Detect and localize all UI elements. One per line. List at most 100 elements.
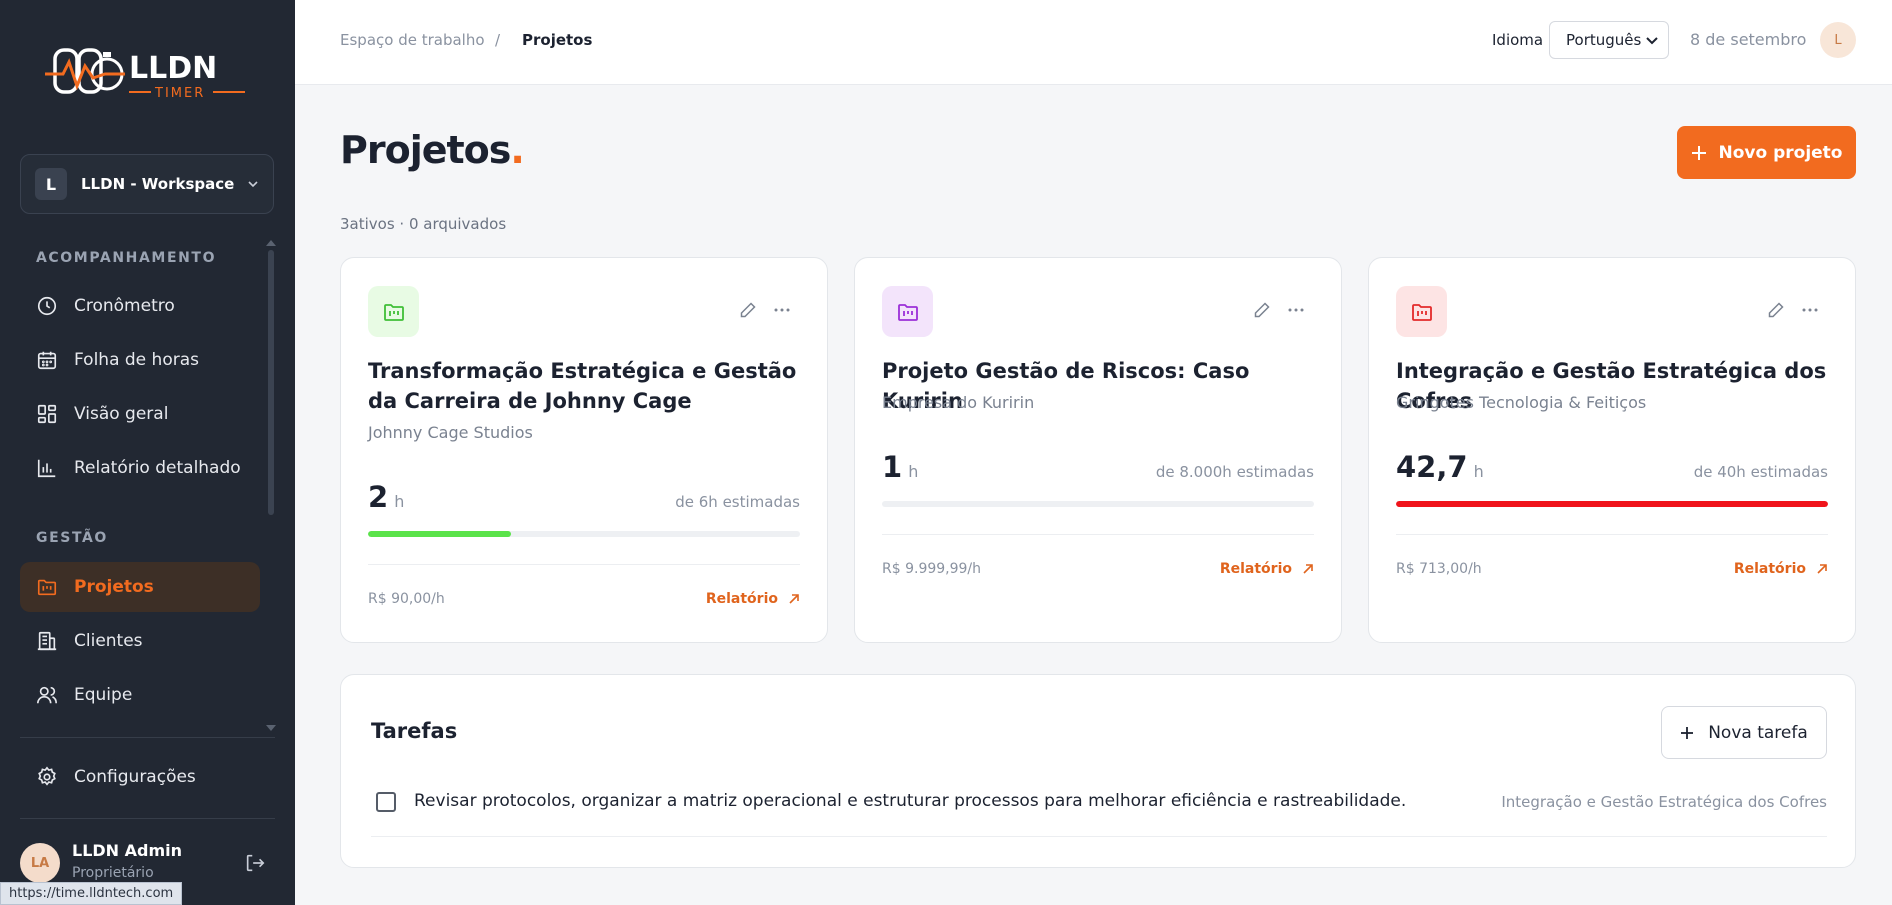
sidebar-divider: [20, 818, 275, 819]
bar-chart-icon: [37, 459, 56, 478]
grid-icon: [37, 404, 57, 424]
sidebar-item-detailed-report[interactable]: Relatório detalhado: [20, 443, 260, 493]
project-client: Johnny Cage Studios: [368, 423, 533, 442]
report-link[interactable]: Relatório: [706, 591, 800, 607]
plus-icon: [1691, 145, 1706, 160]
top-bar: Espaço de trabalho / Projetos Idioma Por…: [295, 0, 1892, 85]
lldn-timer-logo[interactable]: LLDN TIMER: [45, 42, 250, 104]
card-divider: [368, 564, 800, 565]
project-rate: R$ 90,00/h: [368, 591, 445, 607]
more-options-icon[interactable]: [1801, 306, 1819, 314]
title-dot: .: [510, 128, 524, 172]
sidebar-item-clients[interactable]: Clientes: [20, 616, 260, 666]
progress-fill: [368, 531, 511, 537]
project-hours: 2h: [368, 480, 405, 514]
project-folder-icon: [1396, 286, 1447, 337]
folder-icon: [37, 579, 57, 596]
tasks-panel: Tarefas Nova tarefa Revisar protocolos, …: [340, 674, 1856, 868]
more-options-icon[interactable]: [773, 306, 791, 314]
language-select-value: Português: [1566, 31, 1642, 49]
sidebar-item-label: Folha de horas: [74, 350, 199, 370]
card-divider: [882, 534, 1314, 535]
sidebar-item-timesheet[interactable]: Folha de horas: [20, 335, 260, 385]
chevron-down-icon: [248, 181, 258, 188]
breadcrumb-separator: /: [495, 31, 501, 49]
gear-icon: [38, 766, 56, 786]
report-link[interactable]: Relatório: [1220, 561, 1314, 577]
project-hours: 42,7 h: [1396, 450, 1484, 484]
progress-bar: [368, 531, 800, 537]
arrow-up-right-icon: [789, 594, 799, 604]
card-divider: [1396, 534, 1828, 535]
scroll-down-icon[interactable]: [266, 725, 276, 731]
task-row[interactable]: Revisar protocolos, organizar a matriz o…: [371, 783, 1827, 837]
workspace-name: LLDN - Workspace De: [81, 175, 239, 193]
task-text: Revisar protocolos, organizar a matriz o…: [414, 791, 1407, 811]
breadcrumb-workspace[interactable]: Espaço de trabalho: [340, 31, 485, 49]
task-checkbox[interactable]: [376, 792, 396, 812]
top-avatar[interactable]: L: [1820, 22, 1856, 58]
svg-text:TIMER: TIMER: [154, 86, 205, 101]
clock-icon: [37, 296, 57, 316]
project-card[interactable]: Integração e Gestão Estratégica dos Cofr…: [1368, 257, 1856, 643]
new-project-label: Novo projeto: [1718, 142, 1843, 163]
language-label: Idioma: [1492, 31, 1544, 49]
sidebar-item-label: Equipe: [74, 685, 133, 705]
status-bar-url: https://time.lldntech.com: [0, 882, 183, 905]
sidebar-item-projects[interactable]: Projetos: [20, 562, 260, 612]
sidebar: LLDN TIMER L LLDN - Workspace De ACOMPAN…: [0, 0, 295, 905]
sidebar-item-team[interactable]: Equipe: [20, 670, 260, 720]
project-card[interactable]: Projeto Gestão de Riscos: Caso Kuririn E…: [854, 257, 1342, 643]
sidebar-item-label: Cronômetro: [74, 296, 175, 316]
project-client: Gringotes Tecnologia & Feitiços: [1396, 393, 1647, 412]
chevron-down-icon: [1646, 37, 1658, 45]
section-title-tracking: ACOMPANHAMENTO: [36, 250, 217, 266]
workspace-avatar: L: [35, 168, 67, 200]
users-icon: [37, 686, 57, 704]
workspace-switcher[interactable]: L LLDN - Workspace De: [20, 154, 274, 214]
sidebar-item-stopwatch[interactable]: Cronômetro: [20, 281, 260, 331]
sidebar-item-overview[interactable]: Visão geral: [20, 389, 260, 439]
new-task-label: Nova tarefa: [1708, 722, 1808, 743]
sidebar-divider: [20, 737, 275, 738]
edit-icon[interactable]: [739, 301, 757, 319]
logout-icon[interactable]: [244, 852, 266, 874]
arrow-up-right-icon: [1303, 564, 1313, 574]
user-avatar[interactable]: LA: [20, 843, 60, 883]
sidebar-item-label: Visão geral: [74, 404, 169, 424]
project-client: Empresa do Kuririn: [882, 393, 1035, 412]
building-icon: [37, 631, 57, 651]
progress-bar: [1396, 501, 1828, 507]
project-rate: R$ 9.999,99/h: [882, 561, 982, 577]
calendar-icon: [37, 351, 57, 370]
language-select[interactable]: Português: [1549, 21, 1669, 59]
project-card[interactable]: Transformação Estratégica e Gestão da Ca…: [340, 257, 828, 643]
current-date: 8 de setembro: [1690, 30, 1807, 49]
report-link[interactable]: Relatório: [1734, 561, 1828, 577]
progress-bar: [882, 501, 1314, 507]
svg-text:LLDN: LLDN: [129, 51, 217, 86]
project-estimate: de 6h estimadas: [675, 493, 800, 511]
new-task-button[interactable]: Nova tarefa: [1661, 706, 1827, 759]
page-title: Projetos.: [340, 128, 525, 172]
project-folder-icon: [368, 286, 419, 337]
project-title[interactable]: Transformação Estratégica e Gestão da Ca…: [368, 356, 808, 416]
user-name: LLDN Admin: [72, 841, 183, 860]
sidebar-scrollbar-thumb[interactable]: [268, 250, 274, 515]
scroll-up-icon[interactable]: [266, 240, 276, 246]
task-project: Integração e Gestão Estratégica dos Cofr…: [1501, 793, 1827, 811]
more-options-icon[interactable]: [1287, 306, 1305, 314]
project-rate: R$ 713,00/h: [1396, 561, 1482, 577]
sidebar-item-label: Configurações: [74, 767, 196, 787]
edit-icon[interactable]: [1253, 301, 1271, 319]
project-estimate: de 8.000h estimadas: [1155, 463, 1314, 481]
breadcrumb-current: Projetos: [522, 31, 593, 49]
edit-icon[interactable]: [1767, 301, 1785, 319]
new-project-button[interactable]: Novo projeto: [1677, 126, 1856, 179]
sidebar-item-settings[interactable]: Configurações: [20, 752, 260, 802]
tasks-title: Tarefas: [371, 719, 458, 743]
plus-icon: [1681, 726, 1694, 739]
sidebar-item-label: Projetos: [74, 577, 154, 597]
projects-summary: 3ativos · 0 arquivados: [340, 215, 507, 233]
project-folder-icon: [882, 286, 933, 337]
